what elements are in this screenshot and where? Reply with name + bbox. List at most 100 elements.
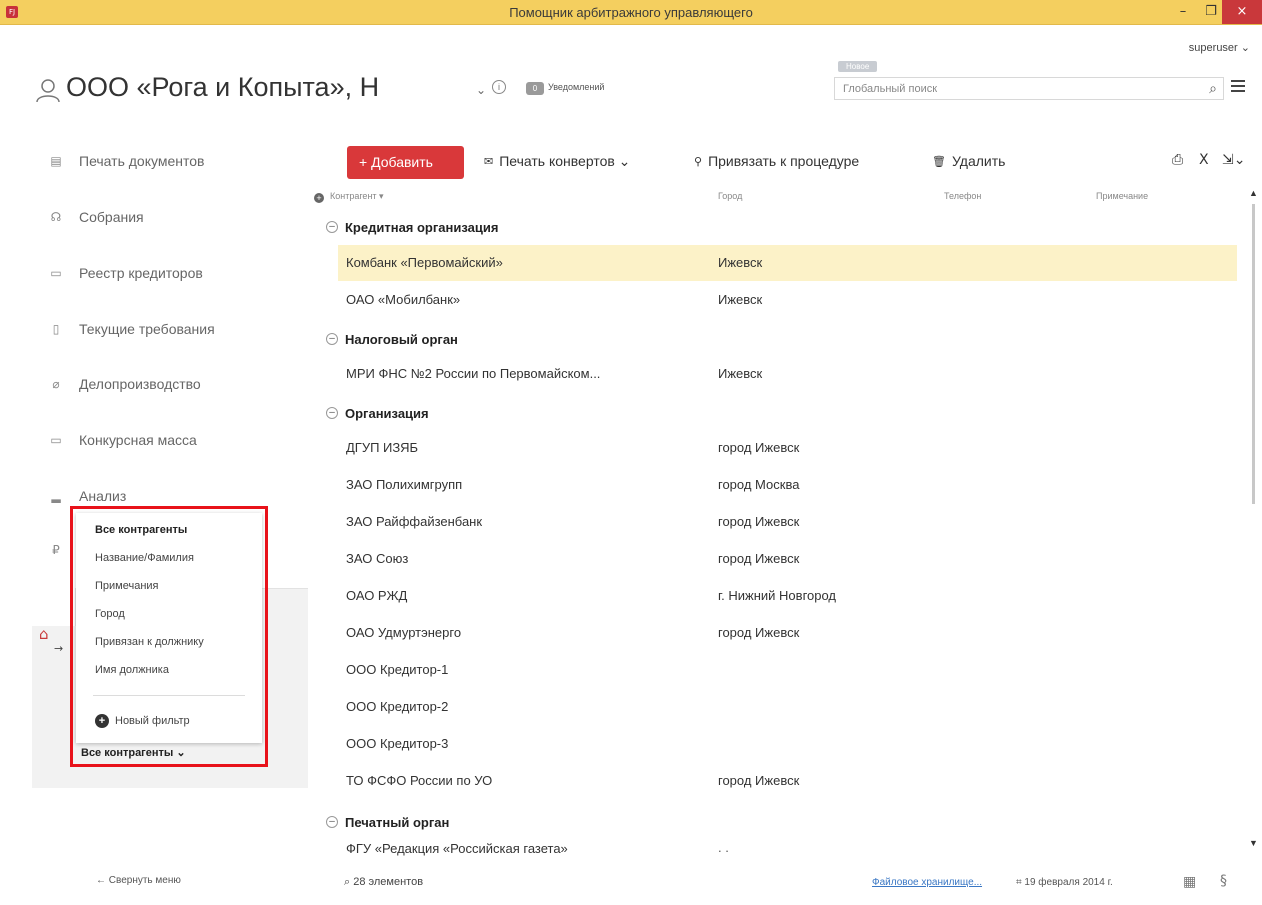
cell-counterparty: ОАО «Мобилбанк» [346,292,461,307]
sidebar-item-label: Печать документов [79,153,205,169]
scroll-down-icon[interactable]: ▼ [1249,838,1258,848]
sidebar-item-analysis[interactable]: ▂ Анализ [48,484,126,508]
sidebar-item-label: Делопроизводство [79,376,201,392]
collapse-menu-button[interactable]: ← Свернуть меню [96,875,181,886]
table-row[interactable]: Комбанк «Первомайский» Ижевск [338,245,1237,281]
section-icon[interactable]: § [1220,873,1227,889]
title-bar: FJ Помощник арбитражного управляющего – … [0,0,1262,25]
table-row[interactable]: ООО Кредитор-3 [338,726,1237,762]
group-row[interactable]: – Печатный орган [326,812,449,832]
paperclip-icon: ⌀ [52,377,60,391]
column-header-note[interactable]: Примечание [1096,191,1148,201]
cell-counterparty: ОАО Удмуртэнерго [346,625,462,640]
print-envelopes-label: Печать конвертов ⌄ [499,153,631,169]
column-header-phone[interactable]: Телефон [944,191,981,201]
cell-city: город Ижевск [718,440,800,455]
group-row[interactable]: – Организация [326,403,429,423]
excel-icon[interactable]: X [1199,152,1209,168]
highlight-frame [70,506,268,767]
print-envelopes-button[interactable]: ✉ Печать конвертов ⌄ [484,153,630,170]
cell-city: город Ижевск [718,773,800,788]
table-row[interactable]: ЗАО Полихимгрупп город Москва [338,467,1237,503]
sidebar-item-print-documents[interactable]: ▤ Печать документов [48,149,204,173]
search-input[interactable] [835,78,1185,99]
group-label: Печатный орган [345,814,450,830]
search-icon[interactable]: ⌕ [1209,80,1217,97]
cell-counterparty: ОАО РЖД [346,588,408,603]
minimize-button[interactable]: – [1169,0,1197,24]
table-row[interactable]: ЗАО Райффайзенбанк город Ижевск [338,504,1237,540]
expand-all-icon[interactable]: + [314,193,324,203]
close-button[interactable]: × [1222,0,1262,24]
table-row[interactable]: ОАО «Мобилбанк» Ижевск [338,282,1237,318]
cell-counterparty: ЗАО Полихимгрупп [346,477,463,492]
user-menu[interactable]: superuser ⌄ [1189,41,1250,54]
org-chevron-icon[interactable]: ⌄ [476,83,486,97]
sidebar-item-estate[interactable]: ▭ Конкурсная масса [48,428,196,452]
current-date[interactable]: ⌗ 19 февраля 2014 г. [1016,877,1113,888]
group-row[interactable]: – Кредитная организация [326,217,498,237]
table-row[interactable]: ООО Кредитор-2 [338,689,1237,725]
cell-counterparty: ДГУП ИЗЯБ [346,440,419,455]
cell-city: Ижевск [718,292,763,307]
info-icon[interactable]: i [492,80,506,94]
collapse-icon[interactable]: – [326,816,338,828]
scrollbar[interactable]: ▲ ▼ [1247,188,1260,856]
cell-city-partial: . . [718,840,729,855]
cell-city: город Москва [718,477,800,492]
cell-counterparty: ООО Кредитор-3 [346,736,449,751]
chevron-down-icon: ⌄ [1240,42,1250,54]
add-button[interactable]: + Добавить [347,146,464,179]
bind-to-procedure-label: Привязать к процедуре [708,153,860,169]
scroll-up-icon[interactable]: ▲ [1249,188,1258,198]
new-tag: Новое [838,61,878,72]
cell-counterparty: ТО ФСФО России по УО [346,773,493,788]
sidebar-item-label: Собрания [79,209,144,225]
collapse-icon[interactable]: – [326,333,338,345]
table-row[interactable]: ТО ФСФО России по УО город Ижевск [338,763,1237,799]
notifications-badge[interactable]: 0 [526,82,544,95]
collapse-icon[interactable]: – [326,221,338,233]
cell-counterparty: ООО Кредитор-1 [346,662,449,677]
window-title: Помощник арбитражного управляющего [509,5,753,20]
ruble-icon: ₽ [52,543,60,557]
table-row[interactable]: ОАО Удмуртэнерго город Ижевск [338,615,1237,651]
cell-counterparty: Комбанк «Первомайский» [346,255,503,270]
print-icon[interactable]: ⎙ [1172,152,1183,168]
trash-icon: 🗑 [932,154,946,168]
sidebar-item-meetings[interactable]: ☊ Собрания [48,205,144,229]
maximize-button[interactable]: ❐ [1197,0,1225,24]
global-search[interactable]: ⌕ [834,77,1224,100]
table-row[interactable]: ДГУП ИЗЯБ город Ижевск [338,430,1237,466]
group-label: Организация [345,405,429,421]
calculator-icon[interactable]: ▦ [1183,874,1196,890]
cell-city: г. Нижний Новгород [718,588,837,603]
sidebar-item-label: Анализ [79,488,127,504]
bind-to-procedure-button[interactable]: ⚲ Привязать к процедуре [694,153,859,169]
file-storage-link[interactable]: Файловое хранилище... [872,877,982,888]
scroll-thumb[interactable] [1252,204,1255,504]
table-row-partial[interactable]: ФГУ «Редакция «Российская газета» [346,841,568,856]
notifications-label[interactable]: Уведомлений [548,82,604,92]
bank-icon[interactable]: ⌂ [39,625,49,643]
registry-icon: ▭ [50,266,62,280]
table-row[interactable]: ООО Кредитор-1 [338,652,1237,688]
sidebar-item-current-claims[interactable]: ▯ Текущие требования [48,317,215,341]
column-header-city[interactable]: Город [718,191,742,201]
sidebar-item-records[interactable]: ⌀ Делопроизводство [48,372,201,396]
cell-counterparty: ЗАО Райффайзенбанк [346,514,483,529]
export-icon[interactable]: ⇲⌄ [1222,152,1245,168]
collapse-icon[interactable]: – [326,407,338,419]
meeting-icon: ☊ [50,210,62,224]
table-row[interactable]: МРИ ФНС №2 России по Первомайском... Иже… [338,356,1237,392]
hamburger-menu-icon[interactable] [1231,80,1245,92]
table-row[interactable]: ЗАО Союз город Ижевск [338,541,1237,577]
column-header-counterparty[interactable]: Контрагент ▾ [330,191,384,202]
arrow-right-icon[interactable]: → [54,642,63,655]
person-icon [36,79,60,103]
group-row[interactable]: – Налоговый орган [326,329,458,349]
table-row[interactable]: ОАО РЖД г. Нижний Новгород [338,578,1237,614]
delete-button[interactable]: 🗑 Удалить [932,153,1005,169]
link-icon: ⚲ [694,154,703,168]
sidebar-item-creditors-registry[interactable]: ▭ Реестр кредиторов [48,261,202,285]
